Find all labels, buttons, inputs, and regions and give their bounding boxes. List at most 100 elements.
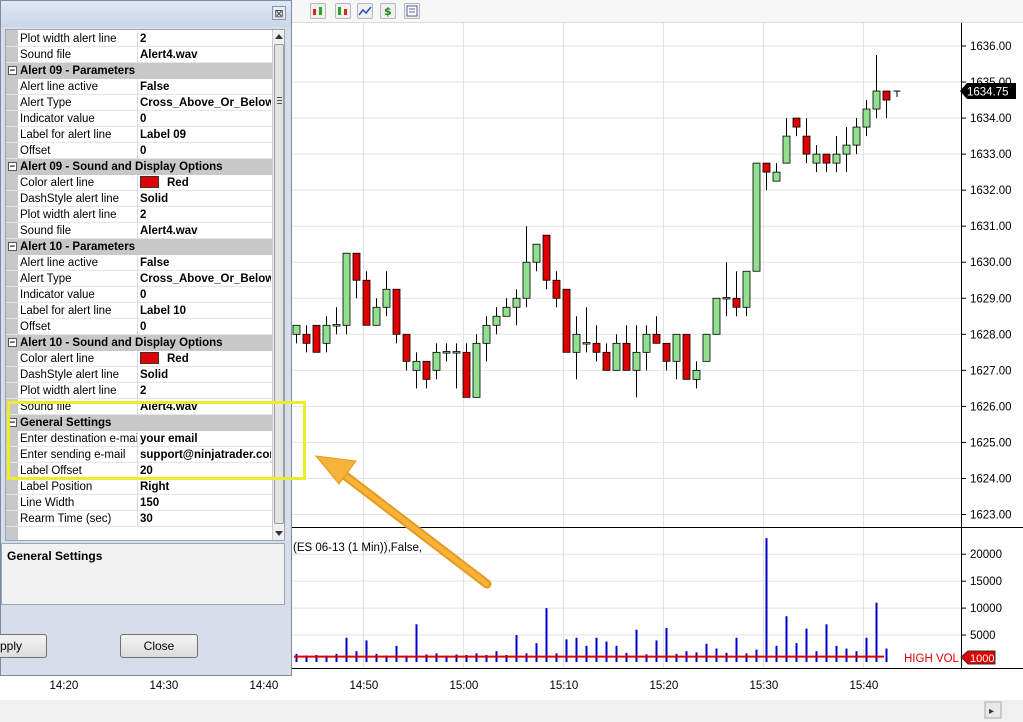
property-row[interactable]: Sound file Alert4.wav: [6, 47, 272, 63]
property-value[interactable]: Solid: [139, 367, 271, 383]
property-row[interactable]: Offset 0: [6, 319, 272, 335]
volume-axis: 5000 10000 15000 20000: [961, 549, 1002, 642]
property-row[interactable]: Color alert line Red: [6, 351, 272, 367]
property-value[interactable]: False: [139, 255, 271, 271]
property-category[interactable]: − Alert 09 - Parameters: [6, 63, 272, 79]
property-value[interactable]: Label 09: [139, 127, 271, 143]
price-tick-label: 1629.00: [970, 293, 1012, 305]
scroll-right-arrow-icon[interactable]: ▸: [989, 706, 994, 717]
candle-body: [802, 135, 811, 155]
high-vol-threshold-value: 1000: [970, 653, 994, 665]
property-row[interactable]: Indicator value 0: [6, 111, 272, 127]
property-value[interactable]: Cross_Above_Or_Below: [139, 95, 271, 111]
close-icon[interactable]: ⊠: [272, 6, 286, 20]
property-value[interactable]: 0: [139, 111, 271, 127]
property-value[interactable]: Label 10: [139, 303, 271, 319]
property-value[interactable]: 2: [139, 31, 271, 47]
property-row[interactable]: Label Position Right: [6, 479, 272, 495]
property-row[interactable]: Label for alert line Label 10: [6, 303, 272, 319]
candle-body: [292, 324, 301, 335]
price-tick-label: 1636.00: [970, 41, 1012, 53]
property-value[interactable]: 0: [139, 287, 271, 303]
collapse-icon[interactable]: −: [8, 242, 17, 252]
candle-body: [422, 360, 431, 380]
property-row[interactable]: Offset 0: [6, 143, 272, 159]
candle-body: [552, 279, 561, 299]
candle-body: [412, 360, 421, 371]
property-value[interactable]: False: [139, 79, 271, 95]
candle-body: [672, 333, 681, 362]
property-value[interactable]: Alert4.wav: [139, 47, 271, 63]
property-value-text: False: [140, 257, 170, 269]
property-value-text: 30: [140, 513, 153, 525]
property-category[interactable]: − Alert 09 - Sound and Display Options: [6, 159, 272, 175]
property-value[interactable]: Solid: [139, 191, 271, 207]
candle-body: [442, 351, 451, 354]
property-label: Color alert line: [20, 353, 95, 365]
bottom-scrollbar[interactable]: ▸: [0, 700, 1023, 722]
price-tick-label: 1627.00: [970, 365, 1012, 377]
candle-body: [842, 144, 851, 155]
indicator-properties-dialog: ⊠ Plot width alert line 2 Sound file Alert4…: [0, 0, 292, 676]
property-row[interactable]: Alert Type Cross_Above_Or_Below: [6, 95, 272, 111]
property-row[interactable]: Sound file Alert4.wav: [6, 223, 272, 239]
price-tick-label: 1626.00: [970, 401, 1012, 413]
property-category[interactable]: − Alert 10 - Sound and Display Options: [6, 335, 272, 351]
candle-body: [592, 342, 601, 353]
scroll-up-arrow-icon[interactable]: [275, 34, 283, 39]
candle-body: [322, 324, 331, 344]
collapse-icon[interactable]: −: [8, 66, 17, 76]
property-value[interactable]: Right: [139, 479, 271, 495]
volume-tick-label: 10000: [970, 603, 1002, 615]
price-tick-label: 1628.00: [970, 329, 1012, 341]
property-row[interactable]: Label for alert line Label 09: [6, 127, 272, 143]
property-value[interactable]: 150: [139, 495, 271, 511]
time-tick-label: 15:10: [550, 680, 579, 692]
property-row[interactable]: Alert Type Cross_Above_Or_Below: [6, 271, 272, 287]
candle-body: [492, 315, 501, 326]
property-value-text: 0: [140, 113, 147, 125]
properties-icon[interactable]: [404, 3, 420, 19]
chart-style-icon[interactable]: [357, 3, 373, 19]
property-row[interactable]: Color alert line Red: [6, 175, 272, 191]
property-value[interactable]: 0: [139, 319, 271, 335]
property-row[interactable]: Plot width alert line 2: [6, 207, 272, 223]
property-value[interactable]: 0: [139, 143, 271, 159]
property-value[interactable]: Red: [139, 175, 271, 191]
property-value[interactable]: Red: [139, 351, 271, 367]
property-row[interactable]: Indicator value 0: [6, 287, 272, 303]
dialog-titlebar: ⊠: [1, 1, 291, 27]
property-value[interactable]: 2: [139, 383, 271, 399]
property-row[interactable]: Line Width 150: [6, 495, 272, 511]
svg-text:$: $: [384, 5, 392, 18]
property-category[interactable]: − Alert 10 - Parameters: [6, 239, 272, 255]
property-value-text: Alert4.wav: [140, 49, 198, 61]
indicators-icon[interactable]: [310, 3, 326, 19]
property-row[interactable]: Alert line active False: [6, 79, 272, 95]
property-row[interactable]: Plot width alert line 2: [6, 31, 272, 47]
scroll-down-arrow-icon[interactable]: [275, 531, 283, 536]
property-row[interactable]: Alert line active False: [6, 255, 272, 271]
candle-body: [882, 90, 891, 101]
candle-body: [662, 342, 671, 362]
candle-body: [382, 288, 391, 308]
collapse-icon[interactable]: −: [8, 338, 17, 348]
property-value[interactable]: 30: [139, 511, 271, 527]
candle-body: [562, 288, 571, 353]
strategies-icon[interactable]: [335, 3, 351, 19]
property-row[interactable]: Plot width alert line 2: [6, 383, 272, 399]
collapse-icon[interactable]: −: [8, 162, 17, 172]
price-tick-label: 1631.00: [970, 221, 1012, 233]
property-label: DashStyle alert line: [20, 369, 120, 381]
price-icon[interactable]: $: [380, 3, 396, 19]
property-row[interactable]: DashStyle alert line Solid: [6, 191, 272, 207]
last-price-tag: 1634.75: [960, 83, 1016, 99]
apply-button[interactable]: pply: [0, 634, 47, 658]
property-value[interactable]: Alert4.wav: [139, 223, 271, 239]
property-value[interactable]: Cross_Above_Or_Below: [139, 271, 271, 287]
property-row[interactable]: Rearm Time (sec) 30: [6, 511, 272, 527]
close-button[interactable]: Close: [120, 634, 198, 658]
property-row[interactable]: DashStyle alert line Solid: [6, 367, 272, 383]
property-value[interactable]: 2: [139, 207, 271, 223]
candle: [312, 324, 321, 353]
